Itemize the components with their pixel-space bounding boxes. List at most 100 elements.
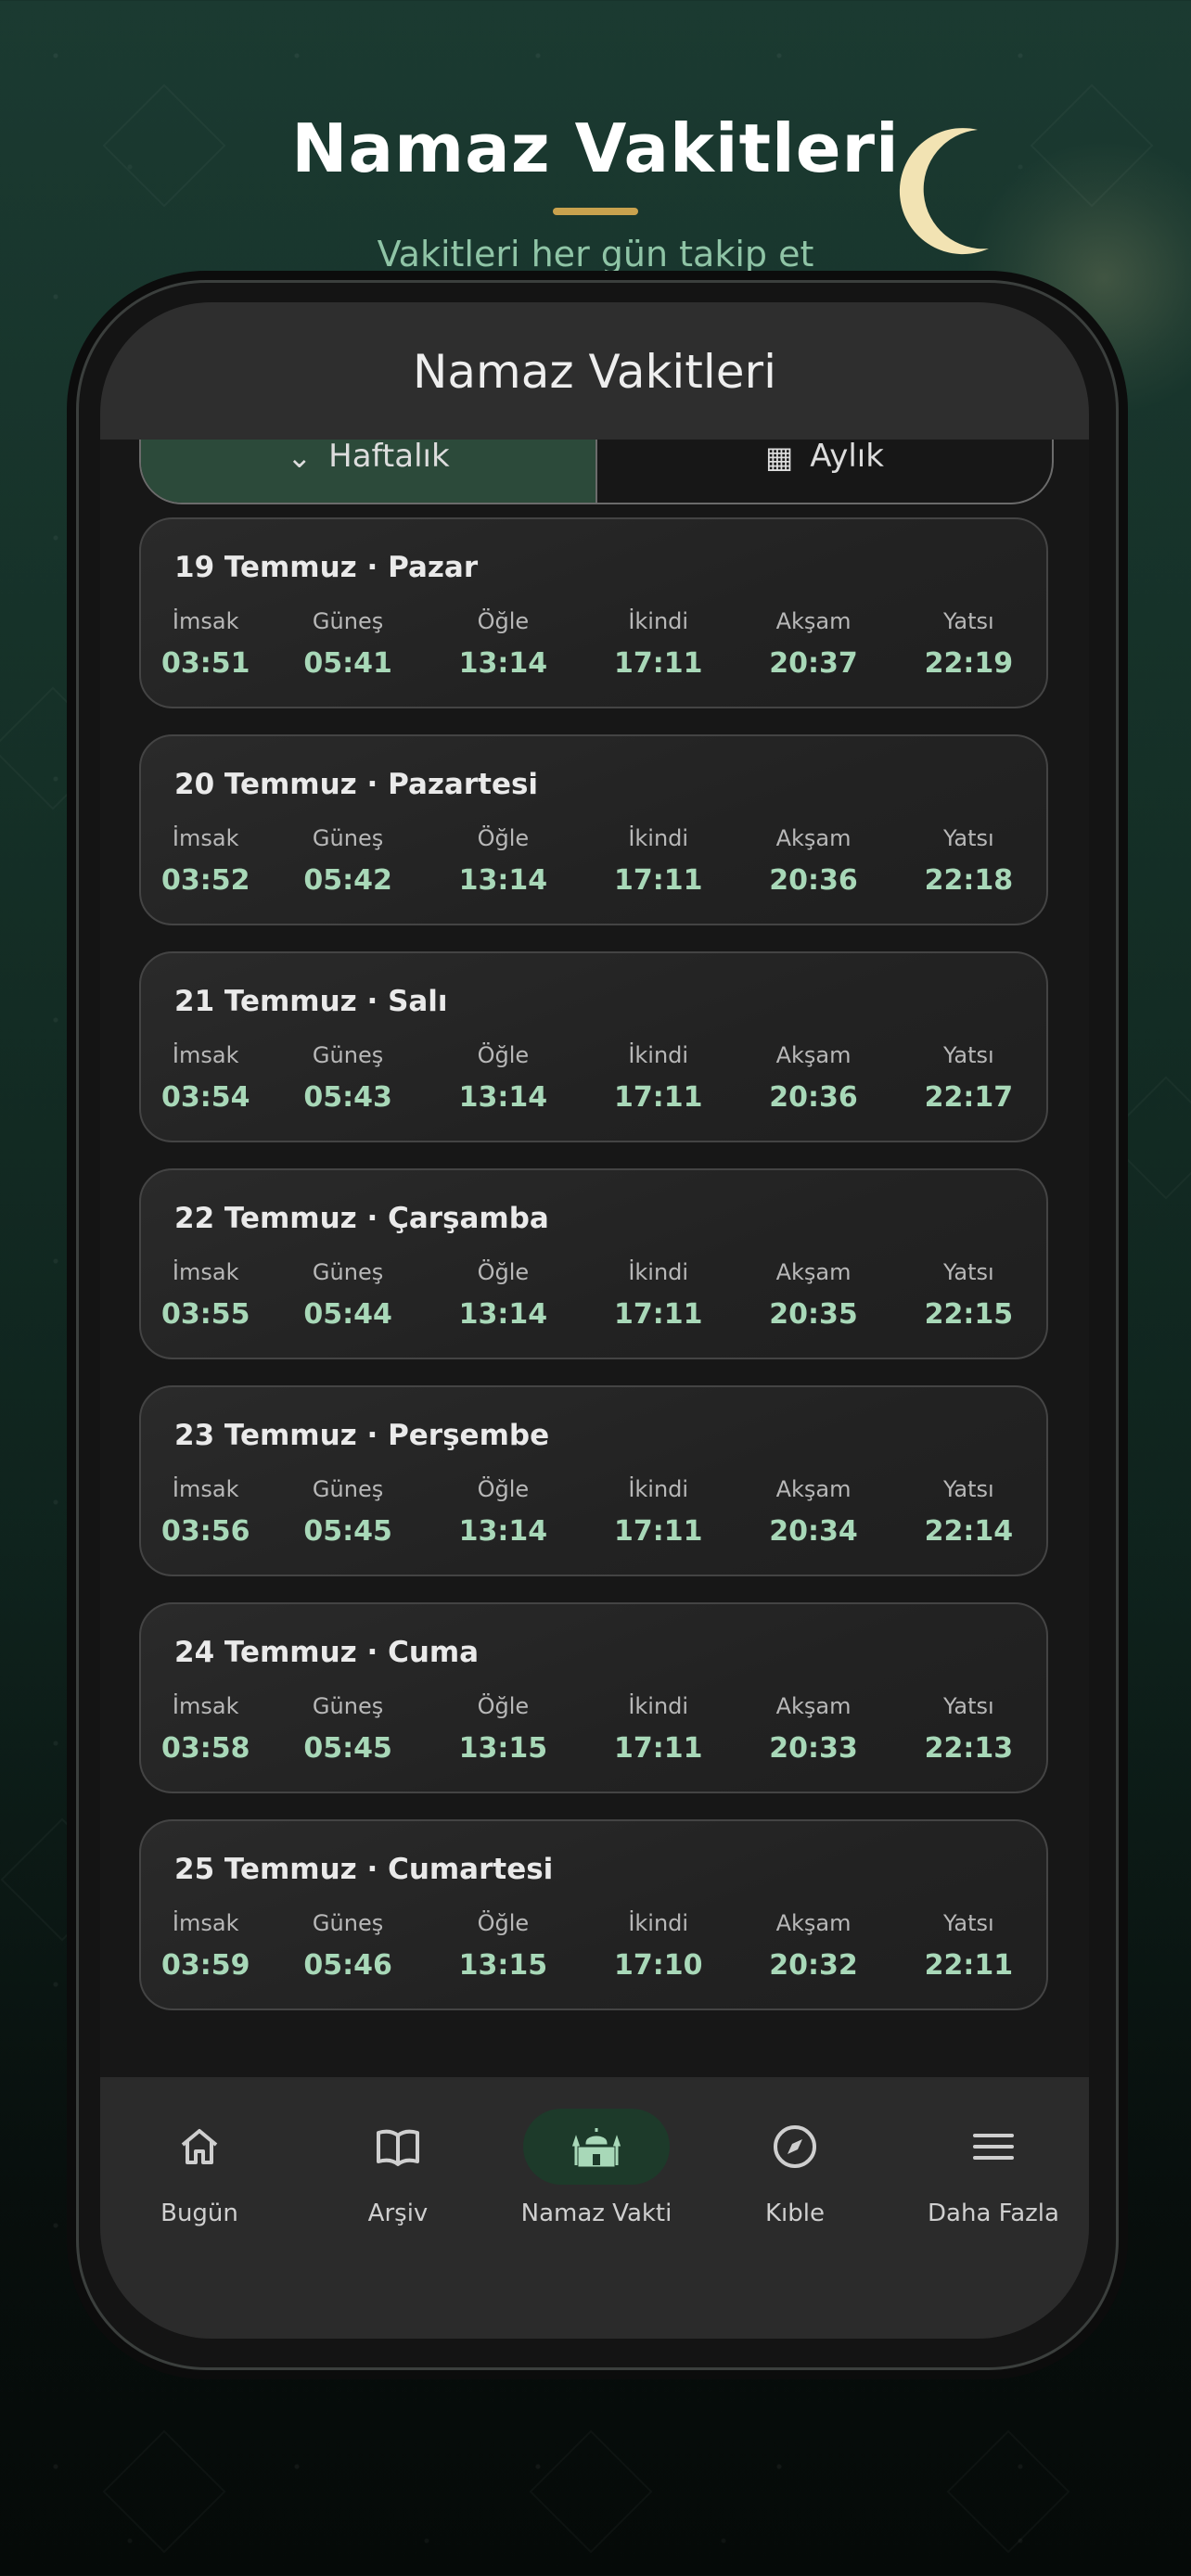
prayer-name: İkindi xyxy=(628,1693,689,1719)
decorative-diamond xyxy=(103,2430,226,2554)
prayer-time: 20:32 xyxy=(769,1949,858,1982)
prayer-times-row: İmsak 03:51 Güneş 05:41 Öğle 13:14 İkindi 17:11… xyxy=(141,608,1046,680)
nav-item-prayer-times[interactable]: Namaz Vakti xyxy=(497,2077,696,2227)
prayer-name: İmsak xyxy=(172,608,239,634)
prayer-time: 22:11 xyxy=(924,1949,1014,1982)
compass-icon xyxy=(774,2125,816,2168)
prayer-times-row: İmsak 03:56 Güneş 05:45 Öğle 13:14 İkindi 17:11… xyxy=(141,1476,1046,1548)
prayer-times-row: İmsak 03:59 Güneş 05:46 Öğle 13:15 İkindi 17:10… xyxy=(141,1910,1046,1982)
prayer-time: 22:14 xyxy=(924,1515,1014,1548)
calendar-icon: ▦ xyxy=(765,440,794,475)
prayer-time: 13:14 xyxy=(458,864,548,897)
prayer-name: Öğle xyxy=(477,1910,530,1936)
prayer-time: 17:10 xyxy=(613,1949,703,1982)
prayer-slot: Akşam 20:37 xyxy=(736,608,890,680)
prayer-time: 20:33 xyxy=(769,1732,858,1765)
prayer-slot: Akşam 20:34 xyxy=(736,1476,890,1548)
menu-icon xyxy=(973,2134,1014,2160)
nav-label: Namaz Vakti xyxy=(520,2200,672,2227)
prayer-name: Yatsı xyxy=(943,825,994,851)
prayer-name: Öğle xyxy=(477,1693,530,1719)
prayer-name: Yatsı xyxy=(943,1910,994,1936)
title-underline xyxy=(553,208,638,215)
prayer-time: 05:42 xyxy=(303,864,392,897)
nav-item-archive[interactable]: Arşiv xyxy=(299,2077,497,2227)
prayer-name: İkindi xyxy=(628,1259,689,1285)
prayer-slot: Güneş 05:45 xyxy=(270,1476,425,1548)
day-title: 23 Temmuz · Perşembe xyxy=(174,1419,550,1452)
day-card[interactable]: 21 Temmuz · Salı İmsak 03:54 Güneş 05:43 Öğle… xyxy=(139,951,1048,1142)
prayer-name: Yatsı xyxy=(943,608,994,634)
decorative-diamond xyxy=(530,2430,653,2554)
prayer-slot: Öğle 13:15 xyxy=(426,1910,581,1982)
prayer-time: 13:14 xyxy=(458,1081,548,1114)
day-card[interactable]: 25 Temmuz · Cumartesi İmsak 03:59 Güneş 05:4… xyxy=(139,1819,1048,2010)
prayer-name: Akşam xyxy=(775,1259,852,1285)
prayer-times-row: İmsak 03:52 Güneş 05:42 Öğle 13:14 İkindi 17:11… xyxy=(141,825,1046,897)
prayer-time: 17:11 xyxy=(613,1732,703,1765)
segment-weekly-label: Haftalık xyxy=(328,438,450,475)
prayer-name: Öğle xyxy=(477,1476,530,1502)
prayer-slot: Akşam 20:33 xyxy=(736,1693,890,1765)
prayer-time: 17:11 xyxy=(613,647,703,680)
prayer-name: İkindi xyxy=(628,1042,689,1068)
day-title: 25 Temmuz · Cumartesi xyxy=(174,1853,554,1886)
prayer-name: İmsak xyxy=(172,1042,239,1068)
prayer-slot: İkindi 17:11 xyxy=(581,1476,736,1548)
prayer-slot: Öğle 13:15 xyxy=(426,1693,581,1765)
nav-item-today[interactable]: Bugün xyxy=(100,2077,299,2227)
day-title: 20 Temmuz · Pazartesi xyxy=(174,768,539,801)
prayer-time: 22:17 xyxy=(924,1081,1014,1114)
prayer-name: Öğle xyxy=(477,1259,530,1285)
prayer-slot: İkindi 17:11 xyxy=(581,1042,736,1114)
prayer-slot: Güneş 05:46 xyxy=(270,1910,425,1982)
prayer-slot: Güneş 05:41 xyxy=(270,608,425,680)
prayer-slot: Öğle 13:14 xyxy=(426,825,581,897)
prayer-name: İmsak xyxy=(172,1476,239,1502)
day-card[interactable]: 24 Temmuz · Cuma İmsak 03:58 Güneş 05:45 Öğle… xyxy=(139,1602,1048,1793)
prayer-slot: Güneş 05:45 xyxy=(270,1693,425,1765)
day-card[interactable]: 23 Temmuz · Perşembe İmsak 03:56 Güneş 05:45… xyxy=(139,1385,1048,1576)
prayer-name: Yatsı xyxy=(943,1042,994,1068)
prayer-time: 13:14 xyxy=(458,1298,548,1331)
prayer-time: 13:14 xyxy=(458,647,548,680)
prayer-name: İkindi xyxy=(628,825,689,851)
nav-item-qibla[interactable]: Kıble xyxy=(696,2077,894,2227)
day-card[interactable]: 20 Temmuz · Pazartesi İmsak 03:52 Güneş 05:4… xyxy=(139,734,1048,925)
page-subtitle: Vakitleri her gün takip et xyxy=(377,234,814,274)
prayer-time: 03:55 xyxy=(160,1298,250,1331)
prayer-name: Akşam xyxy=(775,1693,852,1719)
prayer-times-list: 19 Temmuz · Pazar İmsak 03:51 Güneş 05:41 Öğl… xyxy=(139,517,1052,2036)
prayer-time: 13:15 xyxy=(458,1732,548,1765)
prayer-slot: Öğle 13:14 xyxy=(426,1476,581,1548)
prayer-time: 22:18 xyxy=(924,864,1014,897)
book-icon xyxy=(377,2129,419,2166)
prayer-name: İmsak xyxy=(172,1259,239,1285)
prayer-slot: Akşam 20:36 xyxy=(736,1042,890,1114)
nav-label: Arşiv xyxy=(367,2200,429,2227)
prayer-time: 05:43 xyxy=(303,1081,392,1114)
prayer-time: 03:56 xyxy=(160,1515,250,1548)
app-bar: Namaz Vakitleri xyxy=(100,302,1089,440)
prayer-times-row: İmsak 03:55 Güneş 05:44 Öğle 13:14 İkindi 17:11… xyxy=(141,1259,1046,1331)
day-title: 19 Temmuz · Pazar xyxy=(174,551,479,584)
day-card[interactable]: 22 Temmuz · Çarşamba İmsak 03:55 Güneş 05:44… xyxy=(139,1168,1048,1359)
prayer-slot: İmsak 03:55 xyxy=(141,1259,270,1331)
prayer-times-row: İmsak 03:54 Güneş 05:43 Öğle 13:14 İkindi 17:11… xyxy=(141,1042,1046,1114)
prayer-slot: İkindi 17:11 xyxy=(581,825,736,897)
prayer-time: 05:46 xyxy=(303,1949,392,1982)
prayer-time: 20:36 xyxy=(769,864,858,897)
prayer-time: 22:19 xyxy=(924,647,1014,680)
prayer-slot: İmsak 03:56 xyxy=(141,1476,270,1548)
decorative-diamond xyxy=(947,2430,1070,2554)
prayer-time: 05:45 xyxy=(303,1732,392,1765)
day-card[interactable]: 19 Temmuz · Pazar İmsak 03:51 Güneş 05:41 Öğl… xyxy=(139,517,1048,708)
nav-label: Bugün xyxy=(160,2200,238,2227)
prayer-name: Güneş xyxy=(312,1910,384,1936)
nav-item-more[interactable]: Daha Fazla xyxy=(894,2077,1089,2227)
prayer-time: 03:51 xyxy=(160,647,250,680)
prayer-time: 20:35 xyxy=(769,1298,858,1331)
prayer-time: 17:11 xyxy=(613,1515,703,1548)
prayer-slot: İmsak 03:59 xyxy=(141,1910,270,1982)
prayer-name: Akşam xyxy=(775,1042,852,1068)
